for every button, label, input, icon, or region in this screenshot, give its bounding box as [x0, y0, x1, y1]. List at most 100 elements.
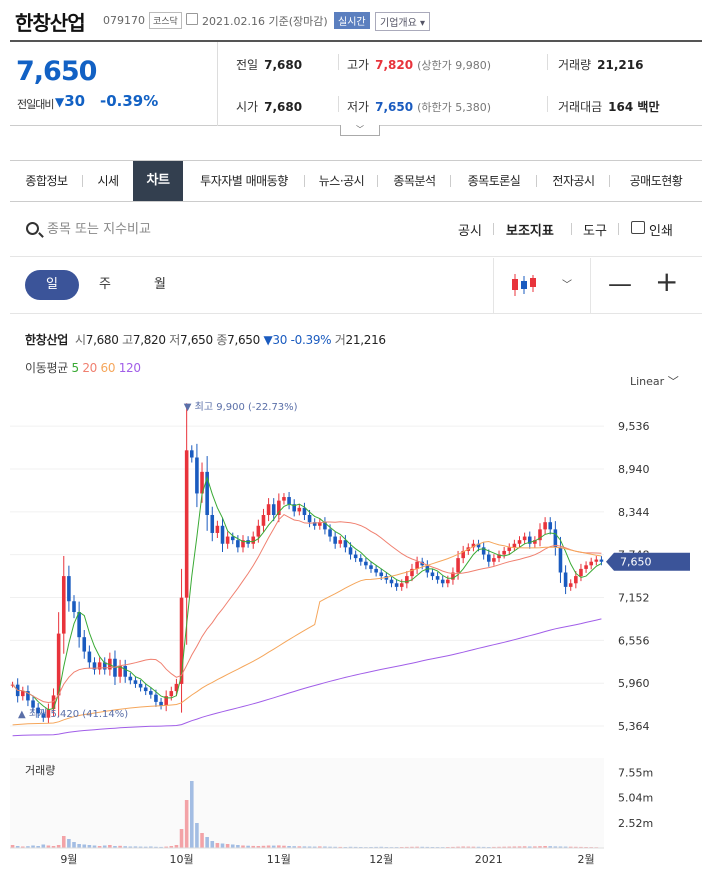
volume-bar [189, 781, 194, 848]
tab-chart[interactable]: 차트 [133, 161, 183, 201]
open-label: 시가 [236, 100, 259, 114]
candle-body [543, 522, 547, 530]
low-price: 저가 7,650 (하한가 5,380) [347, 98, 491, 115]
candle-body [271, 504, 276, 515]
ohlc-summary: 한창산업 시7,680 고7,820 저7,650 종7,650 ▼30 -0.… [25, 331, 386, 348]
chart-type-dropdown[interactable]: ﹀ [493, 258, 591, 313]
volume-label: 거래량 [558, 58, 592, 72]
candle-body [31, 700, 35, 708]
volume-bar [195, 823, 199, 848]
candle-body [307, 515, 312, 523]
chevron-down-icon: ﹀ [356, 125, 364, 134]
candle-body [82, 637, 87, 652]
y-tick-label: 8,940 [618, 463, 650, 476]
candle-body [594, 559, 599, 562]
candle-body [328, 529, 332, 537]
indicator-button[interactable]: 보조지표 [506, 220, 554, 239]
ma20-legend[interactable]: 20 [82, 361, 97, 375]
compare-search-input[interactable] [47, 219, 307, 239]
low-value: 7,650 [375, 100, 414, 114]
volume-bar [205, 837, 209, 848]
realtime-button[interactable]: 실시간 [334, 12, 370, 29]
ma60-legend[interactable]: 60 [101, 361, 116, 375]
candle-body [230, 536, 235, 541]
candle-body [440, 579, 445, 584]
zoom-in-button[interactable]: + [655, 268, 678, 296]
period-week-button[interactable]: 주 [78, 270, 132, 300]
volume-bar [82, 844, 87, 848]
ma60-line [12, 540, 602, 726]
stock-header: 한창산업 079170 코스닥 2021.02.16 기준(장마감) 실시간 기… [0, 0, 702, 40]
change-percent: -0.39% [100, 92, 159, 110]
candle-body [184, 450, 189, 598]
high-value: 7,820 [375, 58, 414, 72]
candle-body [21, 691, 25, 697]
current-price-box: 7,650 전일대비 ▼30 -0.39% [10, 42, 218, 126]
zoom-out-button[interactable]: — [608, 272, 632, 296]
candle-body [338, 540, 343, 544]
volume-bar [220, 843, 225, 848]
prev-close: 전일 7,680 [236, 56, 302, 73]
volume-bar [215, 843, 220, 848]
ma5-legend[interactable]: 5 [71, 361, 79, 375]
disclosure-button[interactable]: 공시 [458, 220, 482, 239]
candle-body [435, 576, 440, 580]
volume-bar [210, 841, 215, 848]
tab-short-selling[interactable]: 공매도현황 [610, 161, 702, 201]
candle-body [159, 701, 163, 706]
price-chart[interactable]: 9,5368,9408,3447,7487,1526,5565,9605,364… [0, 390, 702, 878]
divider [547, 96, 548, 112]
stock-name: 한창산업 [15, 11, 86, 35]
print-button[interactable]: 인쇄 [649, 220, 673, 239]
candle-body [143, 687, 148, 692]
x-tick-label: 9월 [60, 853, 77, 866]
summary-volume-label: 거 [334, 333, 346, 347]
tab-label: 차트 [146, 173, 170, 188]
period-selector: 일 주 월 ﹀ — + [10, 258, 702, 314]
candle-body [558, 547, 563, 573]
volume-tick-label: 7.55m [618, 767, 653, 780]
prev-close-label: 전일 [236, 58, 259, 72]
divider [338, 96, 339, 112]
ma120-legend[interactable]: 120 [119, 361, 141, 375]
y-tick-label: 8,344 [618, 506, 650, 519]
tab-investor[interactable]: 투자자별 매매동향 [183, 161, 305, 201]
volume-tick-label: 2.52m [618, 817, 653, 830]
tab-filings[interactable]: 전자공시 [537, 161, 610, 201]
candle-body [492, 558, 496, 562]
tab-analysis[interactable]: 종목분석 [378, 161, 451, 201]
ma5-line [12, 475, 602, 711]
stock-tabs: 종합정보 시세 차트 투자자별 매매동향 뉴스·공시 종목분석 종목토론실 전자… [10, 160, 702, 202]
period-day-button[interactable]: 일 [25, 270, 79, 300]
down-arrow-icon: ▼ [55, 95, 65, 109]
tab-label: 종목분석 [393, 174, 436, 188]
drawing-tool-button[interactable]: 도구 [583, 220, 607, 239]
candle-body [574, 576, 578, 584]
period-month-button[interactable]: 월 [133, 270, 187, 300]
candle-body [215, 525, 220, 533]
tab-label: 종목토론실 [467, 174, 521, 188]
candle-body [502, 550, 506, 555]
company-info-dropdown[interactable]: 기업개요 ▾ [375, 12, 431, 31]
x-tick-label: 11월 [267, 853, 291, 866]
open-value: 7,680 [264, 100, 303, 114]
change-value: ▼30 [55, 92, 85, 110]
tab-overview[interactable]: 종합정보 [10, 161, 83, 201]
tab-news[interactable]: 뉴스·공시 [305, 161, 378, 201]
candle-body [486, 554, 491, 562]
tab-price[interactable]: 시세 [83, 161, 133, 201]
tab-forum[interactable]: 종목토론실 [451, 161, 537, 201]
max-price-annotation: ▼ 최고 9,900 (-22.73%) [184, 401, 298, 413]
y-tick-label: 6,556 [618, 634, 650, 647]
scale-mode-dropdown[interactable]: Linear ﹀ [630, 373, 679, 389]
volume-pane-label: 거래량 [25, 764, 55, 777]
candle-body [195, 457, 199, 494]
volume-bar [184, 800, 189, 848]
base-date: 2021.02.16 기준(장마감) [202, 15, 328, 28]
candle-body [579, 568, 583, 577]
expand-toggle[interactable]: ﹀ [340, 125, 380, 136]
last-price-label: 7,650 [620, 556, 652, 569]
candle-body [446, 579, 450, 584]
amount-value: 164 백만 [608, 100, 660, 114]
volume-bar [230, 844, 235, 848]
